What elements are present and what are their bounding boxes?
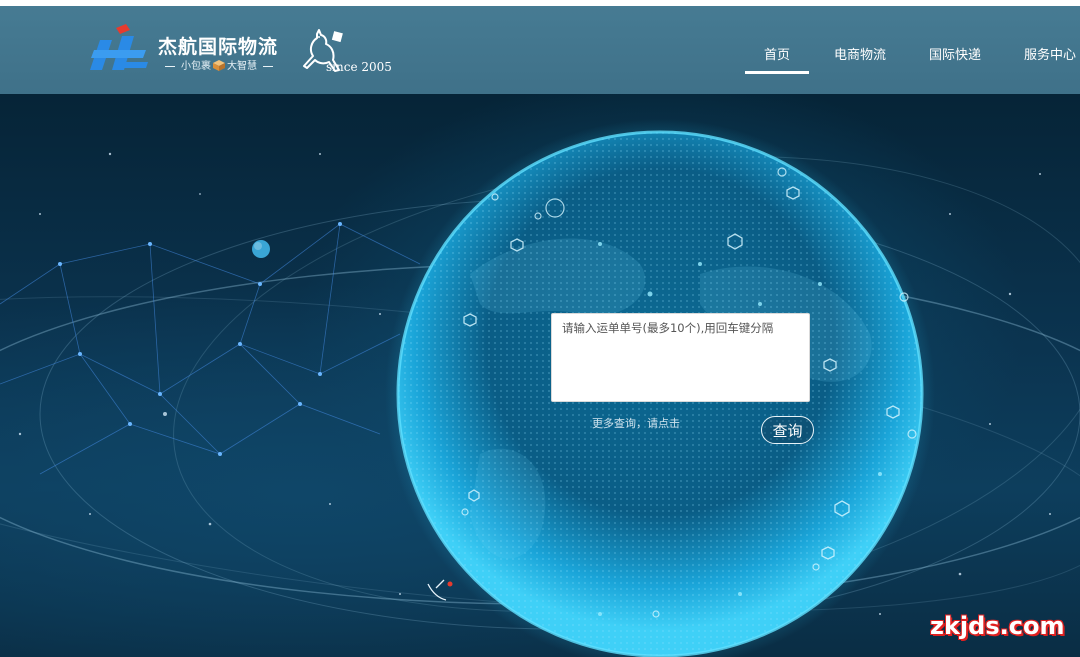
tracking-number-input[interactable]: [551, 313, 810, 402]
since-text: since 2005: [326, 60, 392, 74]
brand-name: 杰航国际物流: [158, 36, 279, 58]
watermark-text: zkjds.com: [930, 612, 1065, 640]
nav-item-ecommerce-logistics[interactable]: 电商物流: [834, 44, 886, 63]
slogan-left: 小包裹: [181, 61, 211, 72]
hero-banner: zkjds.com: [0, 94, 1080, 657]
nav-item-home[interactable]: 首页: [764, 44, 790, 63]
slogan-right: 大智慧: [227, 61, 257, 72]
more-query-link[interactable]: 更多查询，请点击: [592, 415, 680, 431]
globe-illustration: [0, 119, 1080, 657]
query-button[interactable]: 查询: [761, 416, 814, 444]
package-box-icon: [213, 60, 225, 71]
nav-item-service-center[interactable]: 服务中心: [1024, 44, 1076, 63]
brand-slogan: 小包裹 大智慧: [159, 57, 279, 72]
jh-logo-icon[interactable]: [86, 22, 150, 72]
nav-item-international-express[interactable]: 国际快递: [929, 44, 981, 63]
site-header: 杰航国际物流 小包裹 大智慧 since 2005: [0, 6, 1080, 94]
nav-active-underline: [745, 71, 809, 74]
slogan-dash-left: [165, 65, 175, 67]
slogan-dash-right: [263, 65, 273, 67]
page: 杰航国际物流 小包裹 大智慧 since 2005 首页 电商物流 国际快递 服务…: [0, 0, 1080, 657]
